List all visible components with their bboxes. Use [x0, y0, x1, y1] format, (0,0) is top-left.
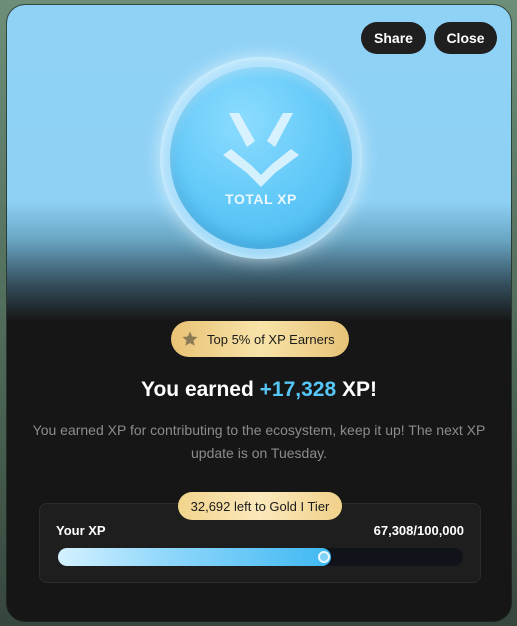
- xp-progress-fill: [58, 548, 331, 566]
- headline-suffix: XP!: [336, 378, 377, 401]
- xp-value: 67,308/100,000: [373, 523, 464, 538]
- rank-badge: Top 5% of XP Earners: [171, 321, 349, 357]
- description-text: You earned XP for contributing to the ec…: [32, 422, 486, 461]
- earned-amount: +17,328: [259, 378, 337, 401]
- coin-label: TOTAL XP: [225, 191, 297, 207]
- share-button[interactable]: Share: [361, 22, 426, 54]
- xp-logo-icon: [223, 113, 299, 187]
- your-xp-label: Your XP: [56, 523, 106, 538]
- tier-remaining-pill: 32,692 left to Gold I Tier: [178, 492, 342, 520]
- earned-headline: You earned +17,328 XP!: [7, 378, 511, 402]
- xp-progress-knob: [317, 551, 330, 563]
- close-button[interactable]: Close: [434, 22, 497, 54]
- headline-prefix: You earned: [141, 378, 260, 401]
- rank-badge-text: Top 5% of XP Earners: [207, 331, 335, 347]
- xp-modal: Share Close TOTAL XP Top 5% of XP Earner…: [7, 5, 511, 621]
- xp-progress-track: [58, 548, 463, 566]
- star-icon: [182, 331, 198, 346]
